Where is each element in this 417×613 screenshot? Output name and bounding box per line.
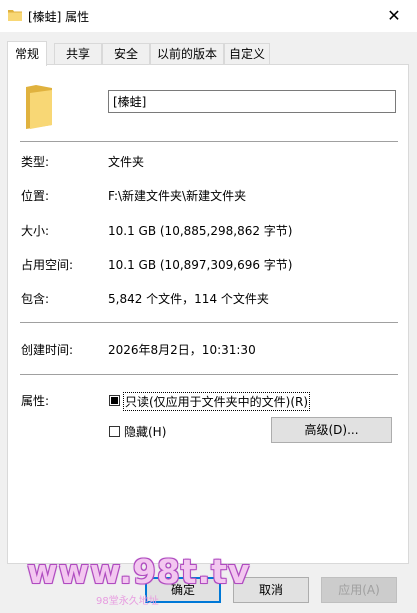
advanced-button[interactable]: 高级(D)... — [271, 417, 392, 443]
readonly-checkbox[interactable] — [109, 395, 120, 406]
close-icon: ✕ — [387, 6, 401, 25]
general-panel: 类型: 文件夹 位置: F:\新建文件夹\新建文件夹 大小: 10.1 GB (… — [7, 64, 409, 564]
tab-customize[interactable]: 自定义 — [224, 43, 270, 64]
tab-previous-versions[interactable]: 以前的版本 — [150, 43, 224, 64]
type-label: 类型: — [21, 155, 50, 169]
divider — [20, 141, 398, 142]
apply-button[interactable]: 应用(A) — [321, 577, 397, 603]
window-title: [榛蛙] 属性 — [28, 10, 90, 24]
title-bar: [榛蛙] 属性 ✕ — [0, 0, 417, 32]
size-on-disk-label: 占用空间: — [21, 258, 74, 272]
watermark-text: www.98t.tv — [27, 552, 251, 591]
attributes-label: 属性: — [21, 394, 50, 408]
created-value: 2026年8月2日，10:31:30 — [108, 343, 256, 357]
tab-sharing[interactable]: 共享 — [54, 43, 102, 64]
readonly-label[interactable]: 只读(仅应用于文件夹中的文件)(R) — [123, 392, 311, 411]
size-on-disk-value: 10.1 GB (10,897,309,696 字节) — [108, 258, 293, 272]
divider — [20, 322, 398, 323]
created-label: 创建时间: — [21, 343, 74, 357]
type-value: 文件夹 — [108, 155, 145, 169]
close-button[interactable]: ✕ — [371, 0, 417, 32]
contains-value: 5,842 个文件，114 个文件夹 — [108, 292, 269, 306]
location-value: F:\新建文件夹\新建文件夹 — [108, 189, 247, 203]
hidden-label[interactable]: 隐藏(H) — [124, 423, 166, 440]
tab-security[interactable]: 安全 — [102, 43, 150, 64]
folder-icon — [8, 10, 22, 21]
watermark-subtext: 98堂永久地址 — [96, 596, 159, 607]
location-label: 位置: — [21, 189, 50, 203]
hidden-checkbox[interactable] — [109, 426, 120, 437]
size-label: 大小: — [21, 224, 50, 238]
contains-label: 包含: — [21, 292, 50, 306]
size-value: 10.1 GB (10,885,298,862 字节) — [108, 224, 293, 238]
folder-name-input[interactable] — [108, 90, 396, 113]
divider — [20, 374, 398, 375]
tab-general[interactable]: 常规 — [7, 41, 47, 66]
large-folder-icon — [26, 85, 52, 129]
